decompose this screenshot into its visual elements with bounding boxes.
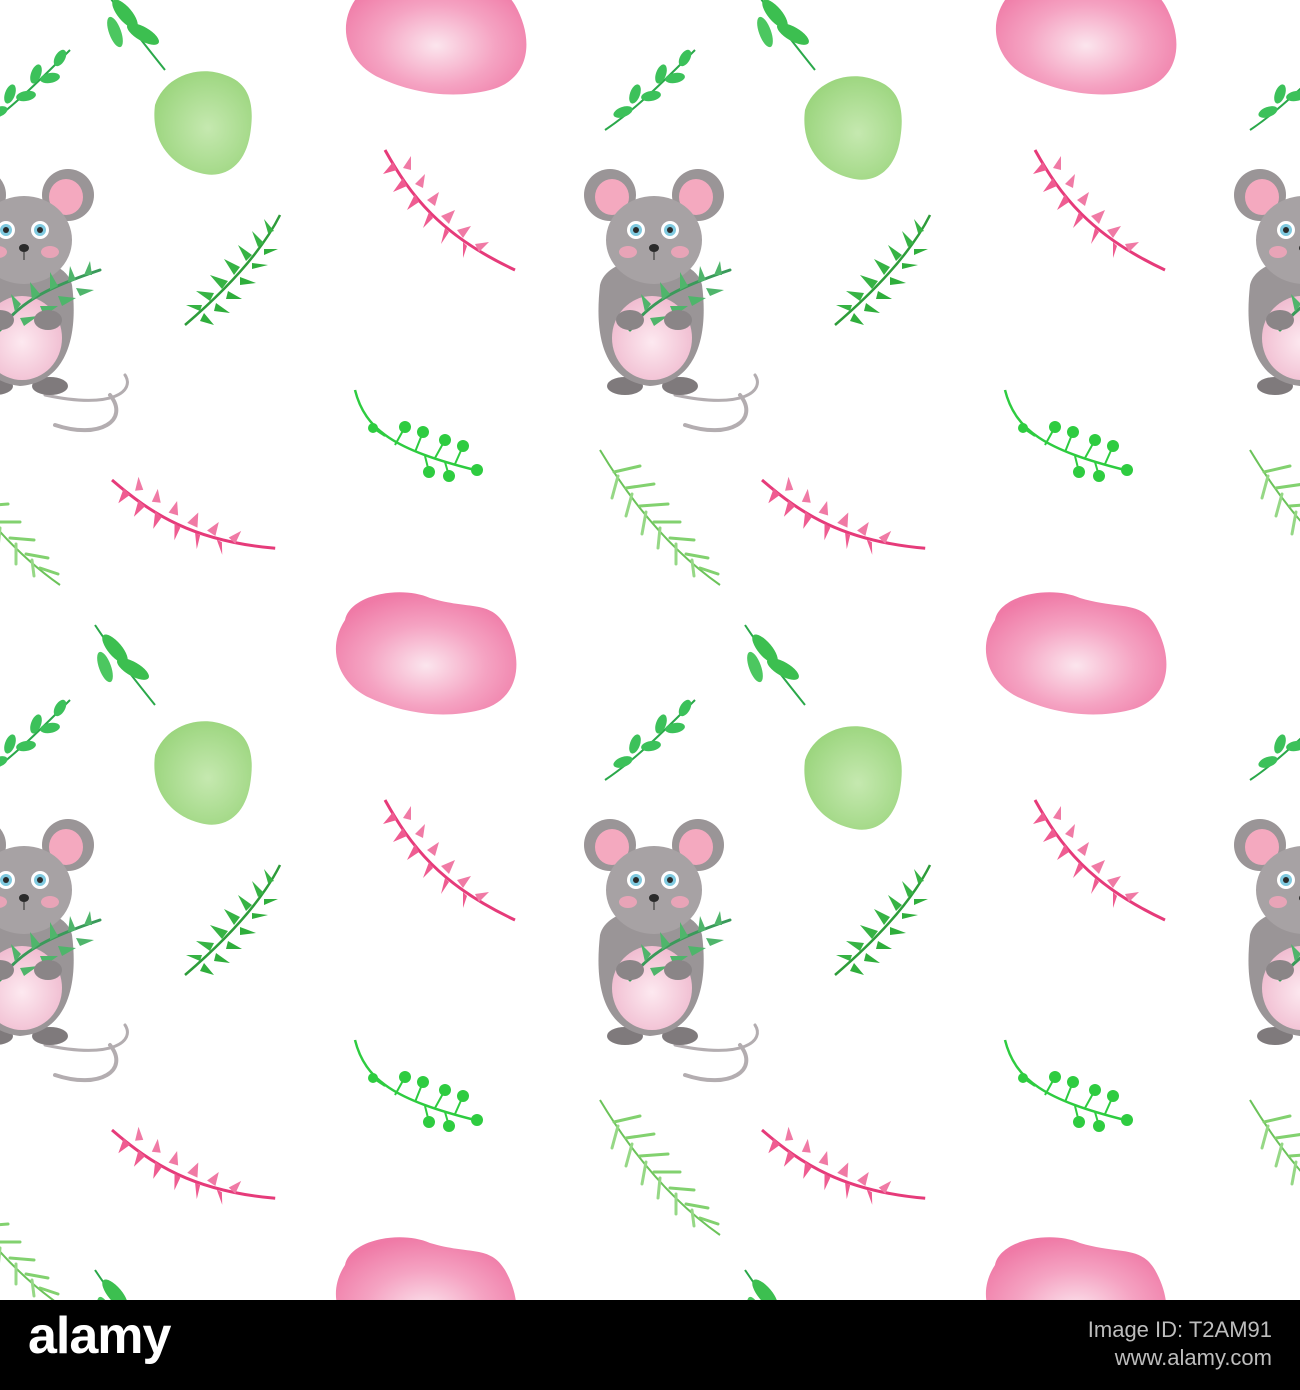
- watermark-meta: Image ID: T2AM91 www.alamy.com: [972, 1316, 1272, 1371]
- alamy-logo: alamy: [28, 1307, 171, 1365]
- image-id: Image ID: T2AM91: [1087, 1317, 1272, 1342]
- site-url: www.alamy.com: [1114, 1344, 1272, 1370]
- watermark-footer: alamy Image ID: T2AM91 www.alamy.com: [0, 1300, 1300, 1390]
- pattern-svg: [0, 0, 1300, 1300]
- pattern-artwork: [0, 0, 1300, 1300]
